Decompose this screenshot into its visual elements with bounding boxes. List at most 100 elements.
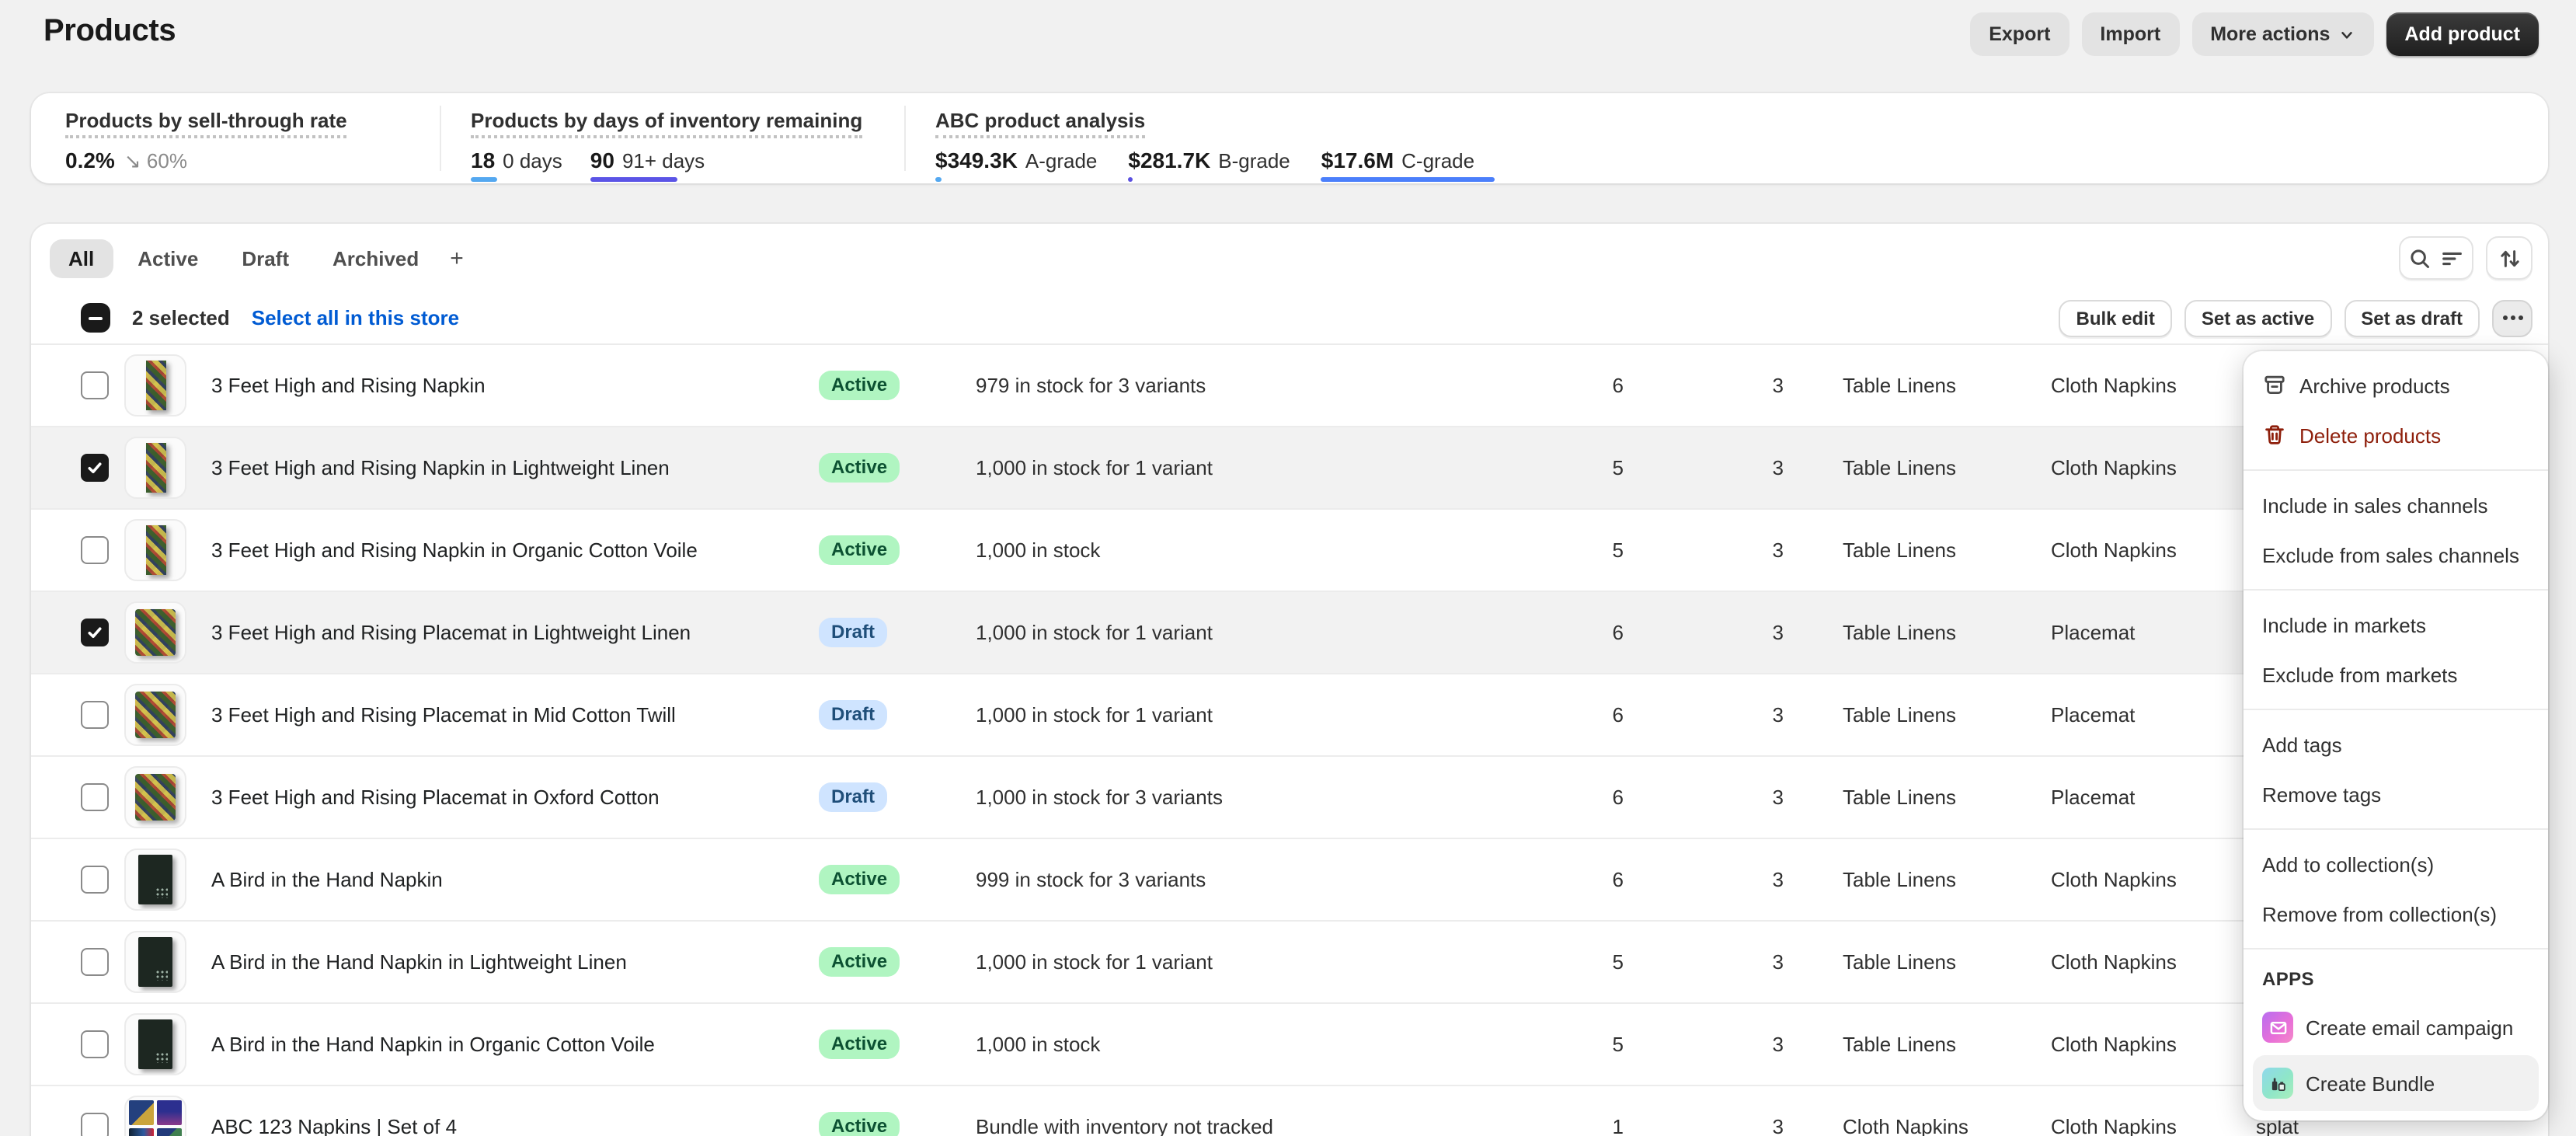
bulk-actions-menu: Archive products Delete products Include i… — [2244, 351, 2548, 1120]
row-checkbox[interactable] — [81, 948, 109, 976]
num-column-1-cell: 5 — [1612, 456, 1624, 479]
table-row[interactable]: 3 Feet High and Rising Placemat in Mid C… — [31, 674, 2548, 757]
more-bulk-actions-button[interactable] — [2492, 299, 2532, 336]
select-all-in-store-link[interactable]: Select all in this store — [252, 306, 459, 329]
menu-item-remove-tags[interactable]: Remove tags — [2253, 769, 2539, 819]
num-column-2-cell: 3 — [1772, 868, 1784, 891]
product-name[interactable]: A Bird in the Hand Napkin — [211, 868, 443, 891]
row-checkbox[interactable] — [81, 536, 109, 564]
menu-item-include-in-markets[interactable]: Include in markets — [2253, 600, 2539, 650]
product-name[interactable]: ABC 123 Napkins | Set of 4 — [211, 1115, 457, 1136]
product-name[interactable]: 3 Feet High and Rising Napkin in Lightwe… — [211, 456, 670, 479]
menu-item-create-bundle[interactable]: Create Bundle — [2253, 1055, 2539, 1111]
tab-draft[interactable]: Draft — [223, 239, 308, 277]
product-name[interactable]: 3 Feet High and Rising Napkin — [211, 374, 486, 397]
tab-active[interactable]: Active — [119, 239, 217, 277]
table-row[interactable]: A Bird in the Hand Napkin in Organic Cot… — [31, 1004, 2548, 1086]
menu-item-include-in-sales-channels[interactable]: Include in sales channels — [2253, 480, 2539, 530]
metrics-divider — [904, 106, 906, 171]
select-all-checkbox[interactable] — [81, 303, 110, 333]
inventory-cell: 1,000 in stock for 3 variants — [976, 786, 1223, 809]
row-checkbox[interactable] — [81, 866, 109, 894]
row-checkbox[interactable] — [81, 619, 109, 646]
table-row[interactable]: A Bird in the Hand Napkin Active 999 in st… — [31, 839, 2548, 922]
type-cell: Cloth Napkins — [2051, 538, 2177, 562]
product-thumbnail — [124, 931, 186, 993]
product-image-plaid-napkin — [145, 443, 165, 493]
menu-item-exclude-from-sales-channels[interactable]: Exclude from sales channels — [2253, 530, 2539, 580]
row-checkbox[interactable] — [81, 1113, 109, 1136]
category-cell: Table Linens — [1843, 703, 1956, 727]
products-page: Products Export Import More actions Add … — [0, 0, 2576, 1136]
inventory-cell: 999 in stock for 3 variants — [976, 868, 1206, 891]
table-row[interactable]: 3 Feet High and Rising Napkin Active 979 i… — [31, 345, 2548, 427]
product-name[interactable]: A Bird in the Hand Napkin in Organic Cot… — [211, 1033, 655, 1056]
product-image-dark-napkin — [138, 855, 172, 904]
more-actions-button[interactable]: More actions — [2191, 12, 2374, 56]
search-filter-button[interactable] — [2399, 236, 2473, 280]
menu-item-add-tags[interactable]: Add tags — [2253, 720, 2539, 769]
table-row[interactable]: 3 Feet High and Rising Napkin in Lightwe… — [31, 427, 2548, 510]
bulk-edit-button[interactable]: Bulk edit — [2059, 299, 2172, 336]
menu-item-remove-from-collection-s[interactable]: Remove from collection(s) — [2253, 889, 2539, 939]
product-thumbnail — [124, 437, 186, 499]
row-checkbox[interactable] — [81, 371, 109, 399]
menu-group: Include in markets Exclude from markets — [2244, 591, 2548, 710]
row-checkbox[interactable] — [81, 701, 109, 729]
product-name[interactable]: 3 Feet High and Rising Placemat in Light… — [211, 621, 691, 644]
menu-item-delete-products[interactable]: Delete products — [2253, 410, 2539, 460]
menu-item-exclude-from-markets[interactable]: Exclude from markets — [2253, 650, 2539, 699]
table-row[interactable]: 3 Feet High and Rising Placemat in Oxfor… — [31, 757, 2548, 839]
table-row[interactable]: A Bird in the Hand Napkin in Lightweight… — [31, 922, 2548, 1004]
row-checkbox[interactable] — [81, 1030, 109, 1058]
metric-abc-label[interactable]: ABC product analysis — [935, 109, 1146, 138]
product-name[interactable]: A Bird in the Hand Napkin in Lightweight… — [211, 950, 627, 974]
selected-count: 2 selected — [132, 306, 230, 329]
sell-through-delta: ↘ 60% — [124, 149, 187, 172]
metric-abc-analysis: ABC product analysis $349.3K A-grade $28… — [935, 107, 1495, 182]
type-cell: Cloth Napkins — [2051, 374, 2177, 397]
tab-all[interactable]: All — [50, 239, 113, 277]
category-cell: Table Linens — [1843, 621, 1956, 644]
product-name[interactable]: 3 Feet High and Rising Napkin in Organic… — [211, 538, 698, 562]
status-badge: Draft — [819, 618, 888, 647]
metric-days-label[interactable]: Products by days of inventory remaining — [471, 109, 863, 138]
num-column-1-cell: 5 — [1612, 1033, 1624, 1056]
product-thumbnail — [124, 849, 186, 911]
export-button[interactable]: Export — [1970, 12, 2070, 56]
product-image-grid-set — [129, 1100, 182, 1136]
menu-item-label: Include in markets — [2262, 613, 2426, 636]
metric-sell-through-label[interactable]: Products by sell-through rate — [65, 109, 347, 138]
table-row[interactable]: 3 Feet High and Rising Placemat in Light… — [31, 592, 2548, 674]
import-button[interactable]: Import — [2081, 12, 2180, 56]
days-bar-1 — [590, 176, 677, 182]
sort-button[interactable] — [2486, 236, 2532, 280]
product-name[interactable]: 3 Feet High and Rising Placemat in Mid C… — [211, 703, 676, 727]
add-product-button[interactable]: Add product — [2386, 12, 2539, 56]
row-checkbox[interactable] — [81, 454, 109, 482]
tab-archived[interactable]: Archived — [314, 239, 437, 277]
type-cell: Placemat — [2051, 703, 2136, 727]
menu-item-archive-products[interactable]: Archive products — [2253, 361, 2539, 410]
table-row[interactable]: 3 Feet High and Rising Napkin in Organic… — [31, 510, 2548, 592]
add-view-button[interactable]: + — [437, 237, 476, 279]
status-badge: Active — [819, 865, 900, 894]
menu-item-add-to-collection-s[interactable]: Add to collection(s) — [2253, 839, 2539, 889]
product-name[interactable]: 3 Feet High and Rising Placemat in Oxfor… — [211, 786, 660, 809]
table-row[interactable]: ABC 123 Napkins | Set of 4 Active Bundle w… — [31, 1086, 2548, 1136]
menu-item-label: Add tags — [2262, 733, 2342, 756]
menu-item-label: Add to collection(s) — [2262, 852, 2435, 876]
row-checkbox[interactable] — [81, 783, 109, 811]
type-cell: Placemat — [2051, 621, 2136, 644]
category-cell: Table Linens — [1843, 374, 1956, 397]
product-rows: 3 Feet High and Rising Napkin Active 979 i… — [31, 345, 2548, 1136]
abc-bar-0 — [935, 176, 942, 182]
num-column-2-cell: 3 — [1772, 1115, 1784, 1136]
menu-item-label: Remove tags — [2262, 782, 2382, 806]
set-as-active-button[interactable]: Set as active — [2184, 299, 2332, 336]
product-thumbnail — [124, 1096, 186, 1136]
product-thumbnail — [124, 519, 186, 581]
set-as-draft-button[interactable]: Set as draft — [2344, 299, 2480, 336]
metric-days-inventory: Products by days of inventory remaining … — [471, 107, 863, 182]
menu-item-create-email-campaign[interactable]: Create email campaign — [2253, 999, 2539, 1055]
